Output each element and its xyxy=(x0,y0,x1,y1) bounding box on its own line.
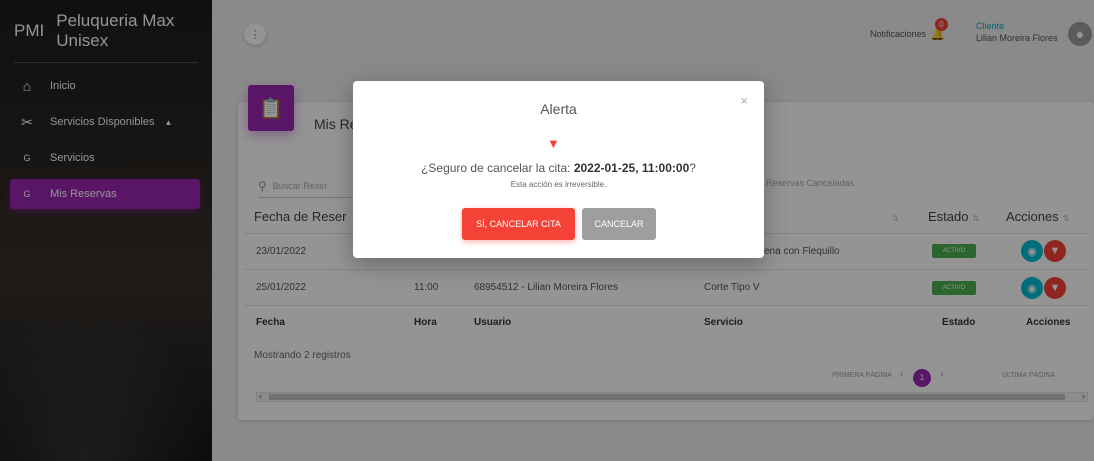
question-datetime: 2022-01-25, 11:00:00 xyxy=(573,161,690,175)
thumbs-down-icon: ▼ xyxy=(547,136,560,151)
confirm-cancel-button[interactable]: SÍ, CANCELAR CITA xyxy=(462,208,575,240)
dialog-subtext: Esta acción es irreversible. xyxy=(510,180,607,189)
alert-dialog: × Alerta ▼ ¿Seguro de cancelar la cita: … xyxy=(353,81,764,258)
question-text: ¿Seguro de cancelar la cita: xyxy=(421,161,574,175)
dismiss-button[interactable]: CANCELAR xyxy=(582,208,656,240)
dialog-title: Alerta xyxy=(540,101,577,117)
dialog-question: ¿Seguro de cancelar la cita: 2022-01-25,… xyxy=(353,161,764,175)
question-end: ? xyxy=(689,161,696,175)
